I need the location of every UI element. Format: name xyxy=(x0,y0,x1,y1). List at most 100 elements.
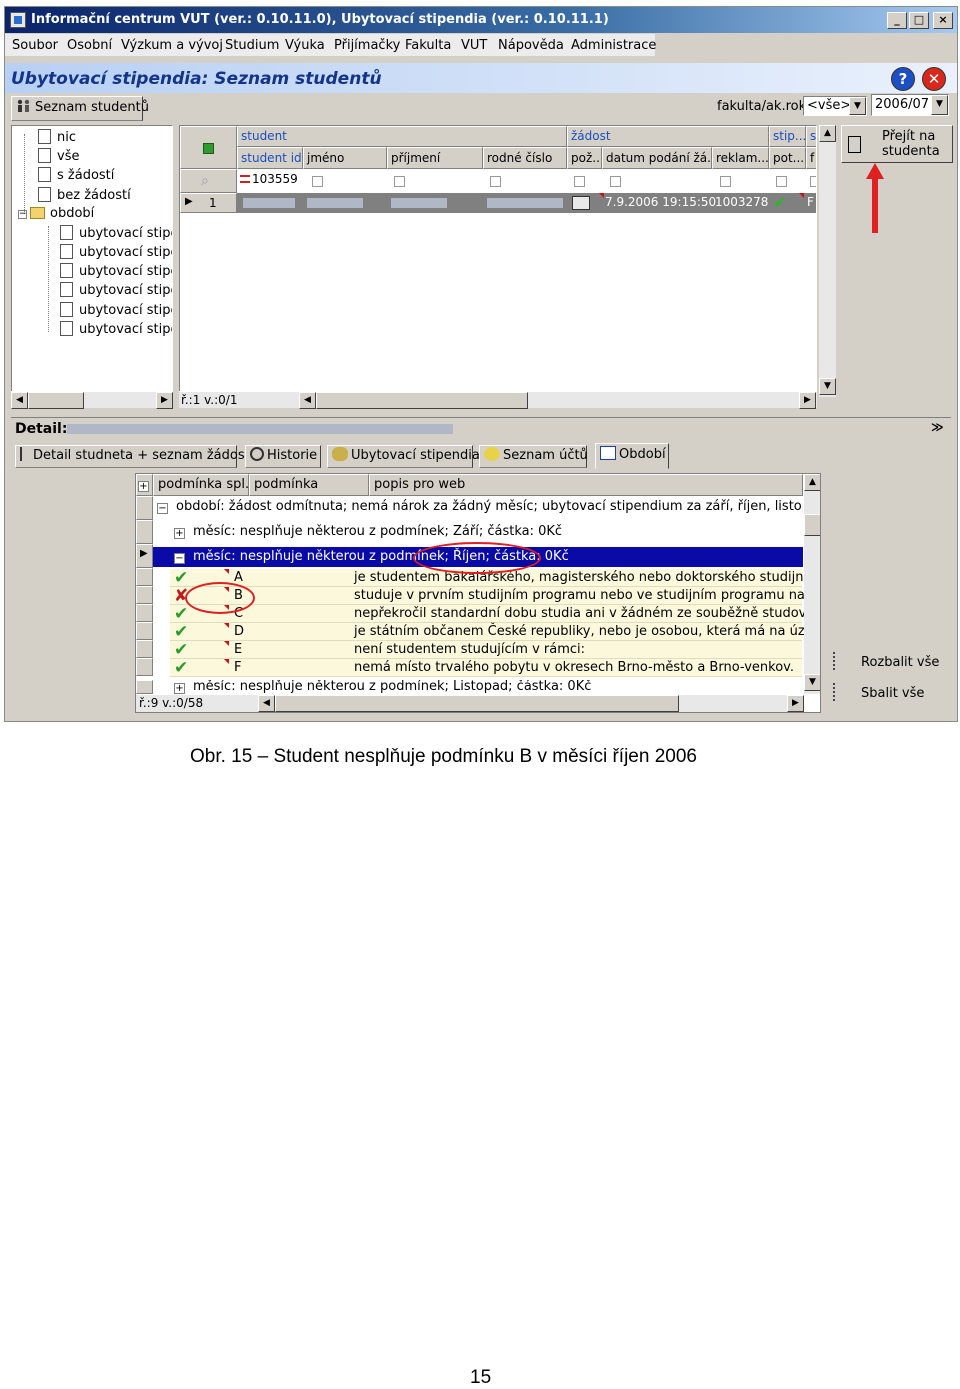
scroll-left-icon[interactable]: ◀ xyxy=(299,392,316,409)
filter-checkbox[interactable] xyxy=(312,176,323,187)
row-indicator xyxy=(136,568,153,586)
help-icon[interactable]: ? xyxy=(891,67,915,91)
col-rodne-cislo[interactable]: rodné číslo xyxy=(483,147,567,169)
tree-item-nic[interactable]: nic xyxy=(38,129,76,145)
minus-icon[interactable]: − xyxy=(157,503,168,514)
year-select[interactable]: 2006/07 ▼ xyxy=(871,94,949,116)
row-indicator[interactable]: ▶ 1 xyxy=(180,193,237,213)
condition-row-f[interactable]: ✔ F nemá místo trvalého pobytu v okresec… xyxy=(170,659,802,677)
tree-item-s-zadosti[interactable]: s žádostí xyxy=(38,167,114,183)
tree-item-obdobi[interactable]: − období xyxy=(18,206,94,221)
tree-item-bez-zadosti[interactable]: bez žádostí xyxy=(38,187,131,203)
col-podminka[interactable]: podmínka xyxy=(249,474,369,496)
table-row[interactable]: 7.9.2006 19:15:50 1003278 ✔ F xyxy=(237,193,816,213)
tab-seznam-uctu[interactable]: Seznam účtů xyxy=(479,445,588,468)
plus-icon[interactable]: + xyxy=(174,528,185,539)
grid-hscrollbar[interactable]: ř.:1 v.:0/1 ◀ ▶ xyxy=(179,391,817,409)
conditions-vscrollbar[interactable]: ▲ ▼ xyxy=(804,474,820,694)
tree-hscrollbar[interactable]: ◀ ▶ xyxy=(11,391,173,409)
collapse-all-button[interactable]: Sbalit vše xyxy=(833,683,924,701)
row-indicator[interactable]: ▶ xyxy=(136,544,153,568)
faculty-select-value: <vše> xyxy=(807,98,852,113)
col-f[interactable]: f xyxy=(806,147,816,169)
col-popis-pro-web[interactable]: popis pro web xyxy=(369,474,803,496)
filter-checkbox[interactable] xyxy=(810,176,816,187)
plus-icon[interactable]: + xyxy=(138,481,149,492)
tab-seznam-studentu[interactable]: Seznam studentů xyxy=(11,96,149,121)
tree-item-stipend[interactable]: ubytovací stipen xyxy=(60,244,172,260)
filter-checkbox[interactable] xyxy=(720,176,731,187)
scroll-thumb[interactable] xyxy=(275,695,679,712)
col-jmeno[interactable]: jméno xyxy=(303,147,387,169)
col-poz[interactable]: pož... xyxy=(567,147,602,169)
condition-row-e[interactable]: ✔ E není studentem studujícím v rámci: xyxy=(170,641,802,659)
tab-ubytovaci-stipendia[interactable]: Ubytovací stipendia xyxy=(327,445,480,468)
expand-all-icon xyxy=(833,652,851,670)
expand-all-header[interactable]: + xyxy=(136,474,153,496)
plus-icon[interactable]: + xyxy=(174,683,185,694)
scroll-up-icon[interactable]: ▲ xyxy=(804,474,820,491)
menu-prijimacky[interactable]: Přijímačky xyxy=(334,38,400,53)
minimize-button[interactable]: _ xyxy=(887,12,907,29)
condition-row-b[interactable]: ✘ B studuje v prvním studijním programu … xyxy=(170,587,820,605)
filter-checkbox[interactable] xyxy=(394,176,405,187)
menu-studium[interactable]: Studium xyxy=(225,38,279,53)
col-pot[interactable]: pot... xyxy=(769,147,806,169)
scroll-right-icon[interactable]: ▶ xyxy=(799,392,816,409)
scroll-right-icon[interactable]: ▶ xyxy=(787,695,804,712)
month-row[interactable]: + měsíc: nesplňuje některou z podmínek; Z… xyxy=(170,523,802,541)
col-podminka-spl[interactable]: podmínka spl... xyxy=(153,474,249,496)
menu-vyzkum[interactable]: Výzkum a vývoj xyxy=(121,38,223,53)
tree-item-vse[interactable]: vše xyxy=(38,148,79,164)
filter-checkbox[interactable] xyxy=(490,176,501,187)
menu-osobni[interactable]: Osobní xyxy=(67,38,112,53)
scroll-left-icon[interactable]: ◀ xyxy=(258,695,275,712)
col-datum-podani[interactable]: datum podání žá... xyxy=(602,147,712,169)
collapse-detail-icon[interactable]: ≫ xyxy=(931,420,944,434)
period-row[interactable]: − období: žádost odmítnuta; nemá nárok za… xyxy=(153,498,803,516)
close-icon[interactable]: ✕ xyxy=(922,67,946,91)
menu-vyuka[interactable]: Výuka xyxy=(285,38,325,53)
filter-checkbox[interactable] xyxy=(574,176,585,187)
tree-item-stipend[interactable]: ubytovací stipen xyxy=(60,282,172,298)
close-window-button[interactable]: × xyxy=(933,12,953,29)
grid-vscrollbar[interactable]: ▲ ▼ xyxy=(819,125,836,397)
tab-obdobi[interactable]: Období xyxy=(595,443,669,469)
scroll-left-icon[interactable]: ◀ xyxy=(11,392,28,409)
filter-checkbox[interactable] xyxy=(610,176,621,187)
menu-vut[interactable]: VUT xyxy=(461,38,487,53)
menu-napoveda[interactable]: Nápověda xyxy=(498,38,564,53)
chevron-down-icon[interactable]: ▼ xyxy=(849,97,866,115)
minus-icon[interactable]: − xyxy=(174,553,185,564)
faculty-select[interactable]: <vše> ▼ xyxy=(803,96,867,116)
expand-all-button[interactable]: Rozbalit vše xyxy=(833,652,939,670)
scroll-down-icon[interactable]: ▼ xyxy=(804,674,820,691)
tree-item-stipend[interactable]: ubytovací stipen xyxy=(60,321,172,337)
conditions-hscrollbar[interactable]: ř.:9 v.:0/58 ◀ ▶ xyxy=(136,694,804,712)
maximize-button[interactable]: □ xyxy=(909,12,929,29)
scroll-thumb[interactable] xyxy=(28,392,84,409)
scroll-down-icon[interactable]: ▼ xyxy=(819,378,836,395)
scroll-up-icon[interactable]: ▲ xyxy=(819,125,836,142)
scroll-right-icon[interactable]: ▶ xyxy=(156,392,173,409)
menu-soubor[interactable]: Soubor xyxy=(12,38,58,53)
scroll-thumb[interactable] xyxy=(316,392,528,409)
chevron-down-icon[interactable]: ▼ xyxy=(931,95,948,115)
tree-item-stipend[interactable]: ubytovací stipen xyxy=(60,263,172,279)
scroll-thumb[interactable] xyxy=(804,514,820,536)
col-prijmeni[interactable]: příjmení xyxy=(387,147,483,169)
month-row[interactable]: + měsíc: nesplňuje některou z podmínek; L… xyxy=(170,680,802,694)
goto-student-button[interactable]: Přejít na studenta xyxy=(841,125,953,163)
menu-administrace[interactable]: Administrace xyxy=(571,38,656,53)
tree-item-stipend[interactable]: ubytovací stipen xyxy=(60,302,172,318)
tab-detail-studenta[interactable]: Detail studneta + seznam žádostí xyxy=(15,445,253,468)
collapse-icon[interactable]: − xyxy=(18,210,27,219)
filter-checkbox[interactable] xyxy=(776,176,787,187)
condition-row-d[interactable]: ✔ D je státním občanem České republiky, … xyxy=(170,623,820,641)
condition-row-c[interactable]: ✔ C nepřekročil standardní dobu studia a… xyxy=(170,605,820,623)
tree-item-stipend[interactable]: ubytovací stipen xyxy=(60,225,172,241)
col-student-id[interactable]: student id xyxy=(237,147,303,169)
col-reklamace[interactable]: reklam... xyxy=(712,147,769,169)
tab-historie[interactable]: Historie xyxy=(245,445,321,468)
menu-fakulta[interactable]: Fakulta xyxy=(405,38,451,53)
